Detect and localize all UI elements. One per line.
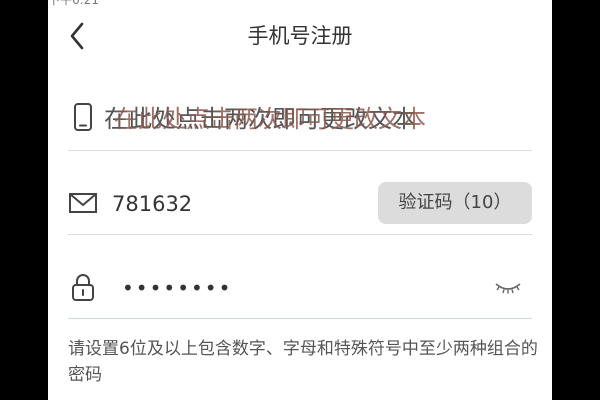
lock-icon — [68, 272, 98, 302]
phone-input[interactable]: 在此处点击两次即可更改文本 在此处点击两次即可更改文本 — [104, 102, 464, 136]
phone-icon — [68, 102, 98, 132]
eye-closed-icon — [494, 281, 522, 300]
verification-code-input[interactable]: 781632 — [112, 188, 192, 220]
header: 手机号注册 — [48, 0, 552, 72]
get-code-button[interactable]: 验证码（10） — [378, 182, 532, 224]
password-hint: 请设置6位及以上包含数字、字母和特殊符号中至少两种组合的密码 — [68, 339, 538, 385]
chevron-left-icon — [62, 22, 94, 58]
toggle-password-visibility-button[interactable] — [494, 278, 522, 296]
password-input[interactable]: •••••••• — [122, 272, 232, 304]
overlapped-text-2: 在此处点击两次即可更改文本 — [114, 105, 426, 133]
password-row: •••••••• — [68, 256, 532, 319]
mail-icon — [68, 188, 98, 218]
page-title: 手机号注册 — [247, 24, 353, 48]
verification-code-row: 781632 验证码（10） — [68, 172, 532, 235]
back-button[interactable] — [62, 18, 94, 54]
register-screen: 下午6:21 手机号注册 在此处点击两次即可更改文本 在此处点击两次即可更改文本 — [48, 0, 552, 400]
phone-row[interactable]: 在此处点击两次即可更改文本 在此处点击两次即可更改文本 — [68, 88, 532, 151]
